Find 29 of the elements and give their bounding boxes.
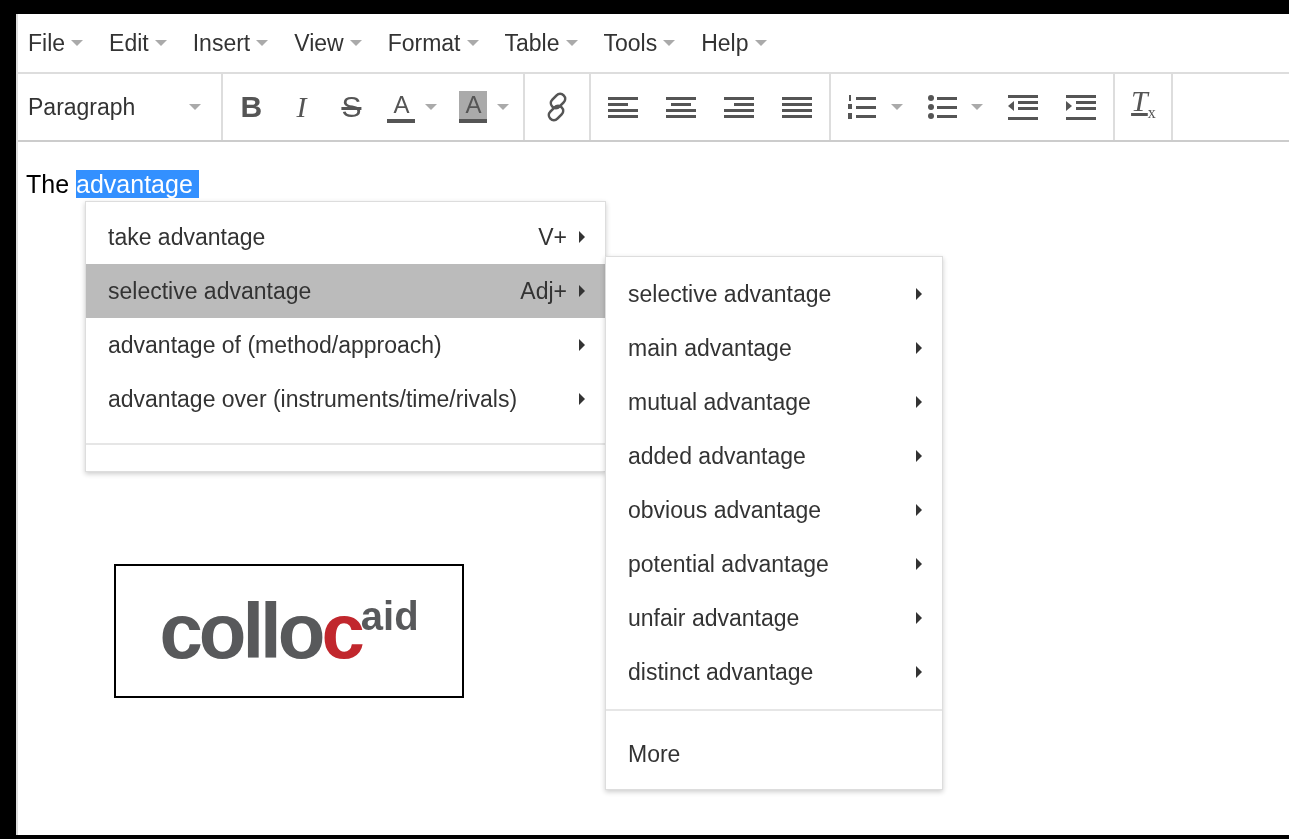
bold-button[interactable]: B [237, 89, 266, 125]
menu-item[interactable]: take advantage V+ [86, 210, 605, 264]
menu-item[interactable]: main advantage [606, 321, 942, 375]
format-dropdown[interactable]: Paragraph [28, 93, 202, 121]
menu-item[interactable]: added advantage [606, 429, 942, 483]
more-item[interactable]: More [606, 719, 942, 789]
menu-item[interactable]: View [294, 25, 376, 61]
italic-button[interactable]: I [287, 89, 316, 125]
menu-item[interactable]: distinct advantage [606, 645, 942, 699]
menu-item[interactable]: selective advantage Adj+ [86, 264, 605, 318]
menu-item[interactable]: Format [387, 25, 493, 61]
text-color-button[interactable]: A [387, 91, 416, 123]
menu-item[interactable]: Tools [603, 25, 690, 61]
menu-item[interactable]: Insert [192, 25, 283, 61]
clear-formatting-button[interactable]: T$_{x}$ [1129, 83, 1158, 131]
menu-item[interactable]: Edit [109, 25, 181, 61]
menu-item[interactable]: Help [701, 25, 781, 61]
menu-item[interactable]: advantage over (instruments/time/rivals) [86, 372, 605, 426]
strikethrough-button[interactable]: S [337, 89, 366, 125]
selected-text: advantage [76, 170, 199, 198]
menu-item[interactable]: selective advantage [606, 267, 942, 321]
menu-item[interactable]: unfair advantage [606, 591, 942, 645]
menu-item[interactable]: Table [504, 25, 592, 61]
menu-item[interactable]: potential advantage [606, 537, 942, 591]
body-text: The [26, 170, 71, 198]
menu-item[interactable]: obvious advantage [606, 483, 942, 537]
menu-item[interactable]: advantage of (method/approach) [86, 318, 605, 372]
menu-item[interactable]: File [28, 25, 98, 61]
menu-item[interactable]: mutual advantage [606, 375, 942, 429]
